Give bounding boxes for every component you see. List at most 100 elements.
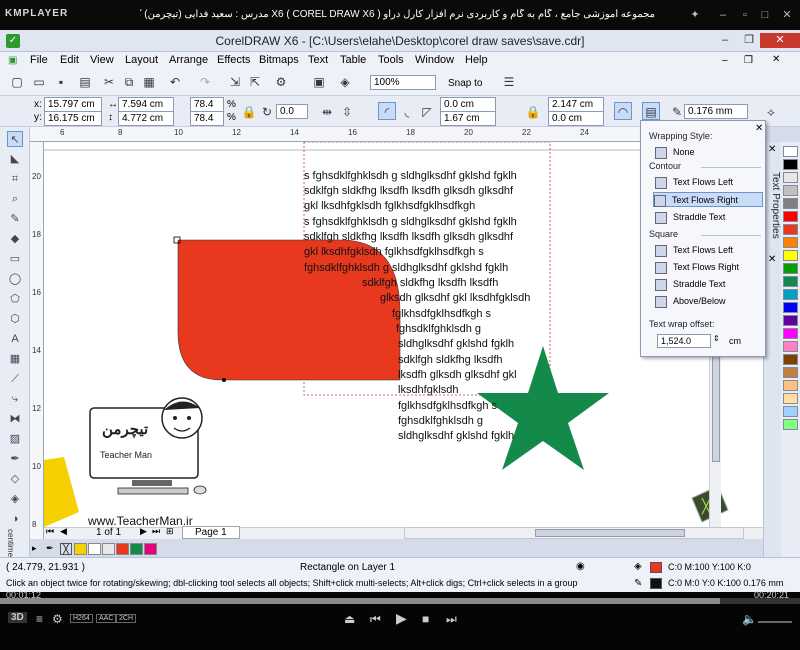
volume-slider[interactable] bbox=[758, 621, 792, 623]
wrap-none-option[interactable]: None bbox=[655, 145, 695, 160]
scrollbar-thumb[interactable] bbox=[535, 529, 685, 537]
rotation-input[interactable]: 0.0 bbox=[276, 104, 308, 119]
mirror-horizontal-icon[interactable]: ⇹ bbox=[318, 103, 336, 121]
menu-effects[interactable]: Effects bbox=[217, 54, 250, 66]
corner-radius-top-right[interactable]: 2.147 cm bbox=[548, 97, 604, 112]
palette-swatch[interactable] bbox=[783, 159, 798, 170]
palette-swatch[interactable] bbox=[783, 354, 798, 365]
lock-corners-icon[interactable]: 🔒 bbox=[524, 103, 542, 121]
doc-swatch[interactable] bbox=[144, 543, 157, 555]
text-tool-icon[interactable]: A bbox=[7, 331, 23, 347]
pick-tool-icon[interactable]: ↖ bbox=[7, 131, 23, 147]
chamfer-corner-icon[interactable]: ◸ bbox=[418, 103, 436, 121]
polygon-tool-icon[interactable]: ⬠ bbox=[7, 291, 23, 307]
wrap-offset-input[interactable]: 1,524.0 bbox=[657, 334, 711, 348]
wrap-text-icon[interactable]: ▤ bbox=[642, 102, 660, 120]
close-button[interactable]: ✕ bbox=[760, 33, 800, 48]
outline-width-select[interactable]: 0.176 mm bbox=[684, 104, 748, 119]
menu-bitmaps[interactable]: Bitmaps bbox=[259, 54, 299, 66]
convert-to-curves-icon[interactable]: ⟡ bbox=[762, 103, 780, 121]
palette-swatch[interactable] bbox=[783, 380, 798, 391]
crop-tool-icon[interactable]: ⌗ bbox=[7, 171, 23, 187]
new-icon[interactable]: ▢ bbox=[8, 73, 26, 91]
palette-swatch[interactable] bbox=[783, 367, 798, 378]
palette-swatch[interactable] bbox=[783, 250, 798, 261]
corel-connect-icon[interactable]: ◈ bbox=[336, 73, 354, 91]
freehand-tool-icon[interactable]: ✎ bbox=[7, 211, 23, 227]
undo-icon[interactable]: ↶ bbox=[166, 73, 184, 91]
print-icon[interactable]: ▤ bbox=[76, 73, 94, 91]
scale-height-input[interactable]: 78.4 bbox=[190, 111, 224, 126]
palette-swatch[interactable] bbox=[783, 185, 798, 196]
scallop-corner-icon[interactable]: ◟ bbox=[398, 103, 416, 121]
text-properties-tab[interactable]: Text Properties bbox=[765, 172, 781, 239]
ellipse-tool-icon[interactable]: ◯ bbox=[7, 271, 23, 287]
rotate-icon[interactable]: ↻ bbox=[258, 103, 276, 121]
contour-straddle-option[interactable]: Straddle Text bbox=[655, 210, 725, 225]
corner-radius-top-left[interactable]: 0.0 cm bbox=[440, 97, 496, 112]
outline-tool-icon[interactable]: ◇ bbox=[7, 471, 23, 487]
transparency-tool-icon[interactable]: ▨ bbox=[7, 431, 23, 447]
eyedropper-icon[interactable]: ✒ bbox=[46, 543, 54, 554]
palette-swatch[interactable] bbox=[783, 198, 798, 209]
redo-icon[interactable]: ↷ bbox=[196, 73, 214, 91]
palette-swatch[interactable] bbox=[783, 419, 798, 430]
palette-swatch[interactable] bbox=[783, 315, 798, 326]
zoom-level-select[interactable]: 100% bbox=[370, 75, 436, 90]
doc-minimize-icon[interactable]: – bbox=[722, 55, 728, 66]
palette-swatch[interactable] bbox=[783, 406, 798, 417]
menu-view[interactable]: View bbox=[90, 54, 114, 66]
zoom-tool-icon[interactable]: ⌕ bbox=[7, 191, 23, 207]
color-proof-icon[interactable]: ◉ bbox=[576, 561, 585, 572]
palette-swatch[interactable] bbox=[783, 237, 798, 248]
corner-radius-bottom-left[interactable]: 1.67 cm bbox=[440, 111, 496, 126]
menu-table[interactable]: Table bbox=[340, 54, 366, 66]
add-page-icon[interactable]: ⊞ bbox=[166, 526, 174, 537]
interactive-fill-tool-icon[interactable]: ◑ bbox=[7, 511, 23, 527]
yellow-shape[interactable] bbox=[44, 457, 79, 527]
open-icon[interactable]: ▭ bbox=[30, 73, 48, 91]
copy-icon[interactable]: ⧉ bbox=[120, 73, 138, 91]
doc-swatch[interactable] bbox=[102, 543, 115, 555]
doc-icon[interactable]: ▣ bbox=[8, 55, 17, 66]
docker-close-icon[interactable]: ✕ bbox=[768, 254, 776, 265]
pin-icon[interactable]: ✦ bbox=[688, 8, 702, 22]
outline-swatch[interactable] bbox=[650, 578, 662, 589]
connector-tool-icon[interactable]: ⤷ bbox=[7, 391, 23, 407]
palette-swatch[interactable] bbox=[783, 341, 798, 352]
palette-menu-icon[interactable]: ▸ bbox=[32, 543, 37, 554]
palette-swatch[interactable] bbox=[783, 146, 798, 157]
save-icon[interactable]: ▪ bbox=[52, 73, 70, 91]
previous-icon[interactable]: ⏮ bbox=[370, 612, 381, 627]
mirror-vertical-icon[interactable]: ⇳ bbox=[338, 103, 356, 121]
palette-swatch[interactable] bbox=[783, 393, 798, 404]
palette-swatch[interactable] bbox=[783, 211, 798, 222]
y-position-input[interactable]: 16.175 cm bbox=[44, 111, 102, 126]
player-minimize-icon[interactable]: – bbox=[716, 8, 730, 22]
menu-tools[interactable]: Tools bbox=[378, 54, 404, 66]
import-icon[interactable]: ⇲ bbox=[226, 73, 244, 91]
selection-node[interactable] bbox=[222, 378, 226, 382]
doc-swatch[interactable] bbox=[116, 543, 129, 555]
square-flow-left-option[interactable]: Text Flows Left bbox=[655, 243, 733, 258]
play-icon[interactable]: ▶ bbox=[396, 610, 407, 627]
menu-layout[interactable]: Layout bbox=[125, 54, 158, 66]
settings-icon[interactable]: ⚙ bbox=[52, 612, 63, 626]
snap-to-dropdown[interactable]: Snap to bbox=[448, 78, 482, 89]
docker-close-icon[interactable]: ✕ bbox=[768, 144, 776, 155]
offset-stepper-icon[interactable]: ⇕ bbox=[713, 334, 720, 343]
application-launcher-icon[interactable]: ⚙ bbox=[272, 73, 290, 91]
restore-button[interactable]: ❐ bbox=[736, 33, 762, 48]
relative-corner-scaling-icon[interactable]: ◠ bbox=[614, 102, 632, 120]
welcome-screen-icon[interactable]: ▣ bbox=[310, 73, 328, 91]
width-input[interactable]: 7.594 cm bbox=[118, 97, 174, 112]
smart-fill-tool-icon[interactable]: ◆ bbox=[7, 231, 23, 247]
menu-window[interactable]: Window bbox=[415, 54, 454, 66]
cut-icon[interactable]: ✂ bbox=[100, 73, 118, 91]
fill-tool-icon[interactable]: ◈ bbox=[7, 491, 23, 507]
menu-icon[interactable]: ≡ bbox=[36, 612, 43, 626]
blend-tool-icon[interactable]: ⧓ bbox=[7, 411, 23, 427]
square-above-below-option[interactable]: Above/Below bbox=[655, 294, 726, 309]
square-flow-right-option[interactable]: Text Flows Right bbox=[655, 260, 739, 275]
palette-swatch[interactable] bbox=[783, 276, 798, 287]
